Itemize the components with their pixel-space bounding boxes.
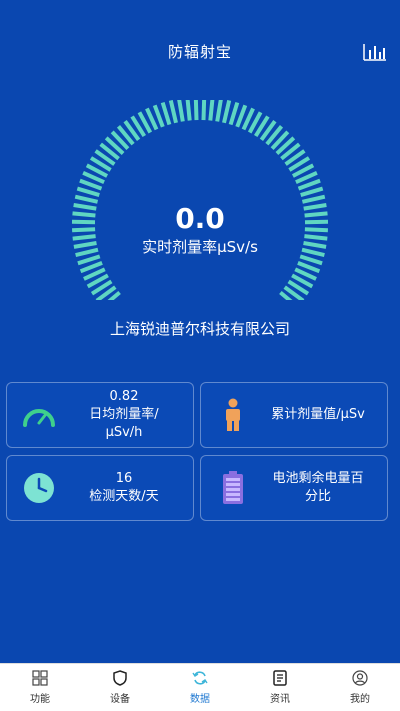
tab-label: 设备 xyxy=(110,694,130,705)
detection-days-card[interactable]: 16 检测天数/天 xyxy=(6,455,194,521)
dose-rate-value: 0.0 xyxy=(175,202,225,235)
detection-days-value: 16 xyxy=(115,471,133,486)
gauge-tick xyxy=(168,100,178,124)
title-bar: 防辐射宝 xyxy=(0,28,400,74)
battery-icon xyxy=(211,468,255,508)
tab-data[interactable]: 数据 xyxy=(160,664,240,711)
daily-average-label: 日均剂量率/ xyxy=(89,407,159,422)
tab-device[interactable]: 设备 xyxy=(80,664,160,711)
tab-profile[interactable]: 我的 xyxy=(320,664,400,711)
cumulative-dose-card[interactable]: 累计剂量值/μSv xyxy=(200,382,388,448)
gauge-tick xyxy=(76,186,100,198)
gauge-tick xyxy=(201,100,207,121)
shield-icon xyxy=(113,670,127,686)
battery-label-line1: 电池剩余电量百 xyxy=(272,471,364,486)
speedometer-icon xyxy=(17,395,61,435)
cumulative-dose-label: 累计剂量值/μSv xyxy=(271,407,365,422)
gauge-tick xyxy=(300,186,324,198)
company-name: 上海锐迪普尔科技有限公司 xyxy=(109,320,290,338)
grid-icon xyxy=(32,670,48,686)
gauge-tick xyxy=(185,100,192,121)
clock-icon xyxy=(17,468,61,508)
daily-average-value: 0.82 xyxy=(109,389,139,404)
gauge-tick xyxy=(215,100,223,122)
battery-card[interactable]: 电池剩余电量百 分比 xyxy=(200,455,388,521)
dose-rate-gauge: 0.0 实时剂量率μSv/s xyxy=(0,100,400,300)
gauge-tick xyxy=(79,178,103,191)
tab-functions[interactable]: 功能 xyxy=(0,664,80,711)
news-icon xyxy=(273,670,287,686)
status-bar xyxy=(0,0,400,28)
tab-news[interactable]: 资讯 xyxy=(240,664,320,711)
gauge-ring xyxy=(71,100,329,300)
gauge-tick xyxy=(160,102,172,126)
page-title: 防辐射宝 xyxy=(167,42,232,61)
daily-average-unit: μSv/h xyxy=(105,425,143,440)
dose-rate-label: 实时剂量率μSv/s xyxy=(142,238,258,256)
bar-chart-icon[interactable] xyxy=(362,40,388,62)
sync-icon xyxy=(192,671,208,685)
gauge-tick xyxy=(208,100,215,121)
gauge-tick xyxy=(222,100,232,124)
tab-label: 我的 xyxy=(350,694,370,705)
tab-label: 数据 xyxy=(190,694,210,705)
user-icon xyxy=(352,670,368,686)
gauge-tick xyxy=(193,100,199,121)
gauge-tick xyxy=(299,254,323,266)
gauge-tick xyxy=(228,102,240,126)
gauge-tick xyxy=(177,100,185,122)
tab-label: 功能 xyxy=(30,694,50,705)
detection-days-label: 检测天数/天 xyxy=(89,489,159,504)
gauge-tick xyxy=(297,178,321,191)
tab-label: 资讯 xyxy=(270,694,290,705)
bottom-tab-bar: 功能 设备 数据 资讯 我的 xyxy=(0,663,400,711)
gauge-tick xyxy=(77,254,101,266)
battery-label-line2: 分比 xyxy=(304,489,331,504)
daily-average-card[interactable]: 0.82 日均剂量率/ μSv/h xyxy=(6,382,194,448)
person-icon xyxy=(211,395,255,435)
